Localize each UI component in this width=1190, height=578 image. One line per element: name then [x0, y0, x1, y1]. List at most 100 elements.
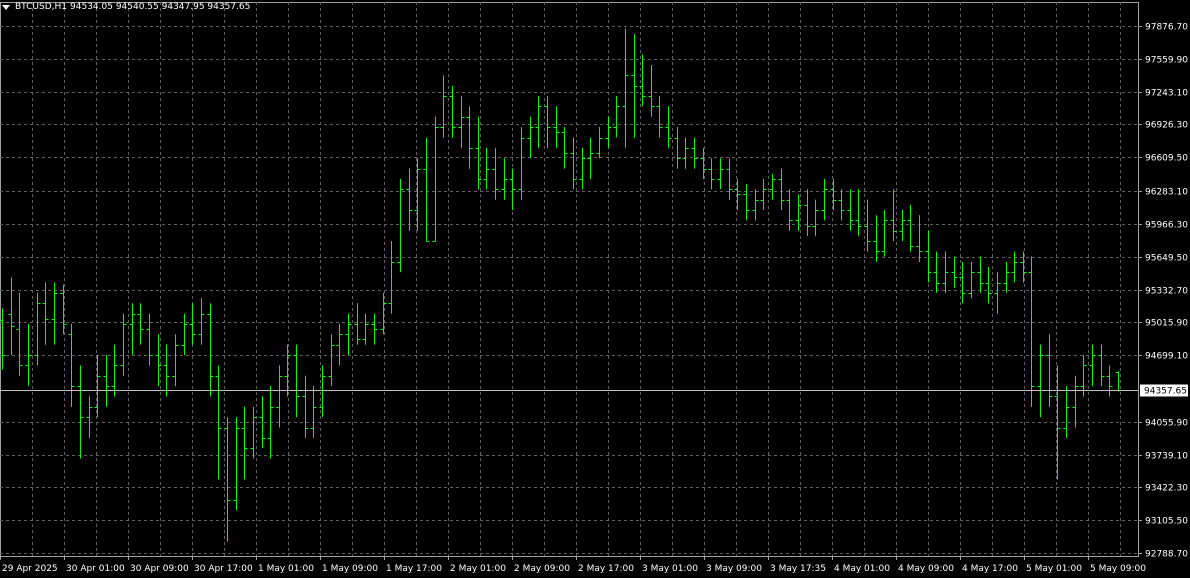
- y-tick-label: 97559.90: [1145, 56, 1188, 66]
- chart-header: BTCUSD,H1 94534.05 94540.55 94347.95 943…: [2, 2, 250, 12]
- ohlc-bar: [181, 313, 188, 356]
- y-tick-label: 94055.90: [1145, 419, 1188, 429]
- ohlc-bar: [752, 189, 759, 221]
- ohlc-bar: [1011, 251, 1018, 283]
- ohlc-bar: [821, 178, 828, 221]
- ohlc-bar: [397, 178, 404, 273]
- ohlc-bar: [769, 173, 776, 200]
- current-price-label: 94357.65: [1144, 387, 1187, 397]
- ohlc-bar: [708, 158, 715, 190]
- ohlc-bar: [509, 168, 516, 211]
- ohlc-bar: [1003, 261, 1010, 293]
- y-tick-label: 96609.50: [1145, 154, 1188, 164]
- x-tick-label: 1 May 09:00: [322, 564, 378, 574]
- ohlc-bar: [579, 147, 586, 190]
- ohlc-bar: [302, 375, 309, 438]
- ohlc-bar: [276, 365, 283, 428]
- ohlc-bar: [345, 313, 352, 356]
- ohlc-bar: [362, 313, 369, 345]
- ohlc-bar: [354, 303, 361, 345]
- x-tick-label: 1 May 01:00: [258, 564, 314, 574]
- x-tick-label: 4 May 17:00: [962, 564, 1018, 574]
- ohlc-bar: [812, 199, 819, 236]
- y-tick-label: 94699.10: [1145, 352, 1188, 362]
- ohlc-bar: [968, 261, 975, 299]
- y-tick-label: 95966.30: [1145, 221, 1188, 231]
- y-tick-label: 95332.70: [1145, 287, 1188, 297]
- ohlc-bar: [760, 178, 767, 211]
- ohlc-bar: [977, 256, 984, 293]
- ohlc-bar: [51, 282, 58, 345]
- ohlc-bar: [250, 406, 257, 459]
- ohlc-bar: [1098, 344, 1105, 387]
- ohlc-bar: [310, 386, 317, 438]
- ohlc-bar: [414, 158, 421, 231]
- x-tick-label: 3 May 09:00: [706, 564, 762, 574]
- y-tick-label: 93105.50: [1145, 517, 1188, 527]
- price-chart[interactable]: 97876.70 97559.90 97243.10 96926.30 96609.50…: [0, 0, 1190, 578]
- ohlc-bar: [224, 417, 231, 542]
- ohlc-bar: [804, 189, 811, 236]
- ohlc-bar: [163, 344, 170, 397]
- ohlc-bar: [466, 106, 473, 169]
- x-tick-label: 2 May 17:00: [578, 564, 634, 574]
- x-tick-label: 3 May 17:35: [770, 564, 826, 574]
- ohlc-bar: [336, 323, 343, 366]
- ohlc-bar: [284, 344, 291, 397]
- ohlc-bar: [155, 334, 162, 387]
- ohlc-bar: [873, 215, 880, 262]
- ohlc-bar: [864, 199, 871, 252]
- ohlc-bar: [198, 298, 205, 345]
- ohlc-bar: [778, 168, 785, 211]
- ohlc-bar: [94, 355, 101, 418]
- y-tick-label: 93422.30: [1145, 484, 1188, 494]
- ohlc-bar: [319, 365, 326, 418]
- ohlc-bar: [743, 184, 750, 221]
- ohlc-bar: [1046, 334, 1053, 407]
- ohlc-bar: [77, 365, 84, 459]
- y-tick-label: 97243.10: [1145, 89, 1188, 99]
- ohlc-bar: [328, 334, 335, 387]
- x-tick-label: 30 Apr 01:00: [66, 564, 125, 574]
- y-tick-label: 93739.10: [1145, 452, 1188, 462]
- ohlc-bar: [994, 272, 1001, 314]
- ohlc-bar: [691, 137, 698, 169]
- ohlc-bar: [406, 168, 413, 231]
- ohlc-bar: [907, 204, 914, 252]
- ohlc-bar: [1020, 251, 1027, 283]
- triangle-down-icon[interactable]: [2, 4, 10, 10]
- ohlc-bar: [293, 344, 300, 418]
- ohlc-bar: [68, 323, 75, 407]
- ohlc-bar: [830, 178, 837, 211]
- ohlc-bar: [596, 127, 603, 159]
- x-tick-label: 5 May 01:00: [1026, 564, 1082, 574]
- ohlc-bar: [518, 127, 525, 200]
- x-tick-label: 2 May 09:00: [514, 564, 570, 574]
- ohlc-bar: [388, 241, 395, 314]
- ohlc-bar: [172, 334, 179, 387]
- x-tick-label: 1 May 17:00: [386, 564, 442, 574]
- y-tick-label: 92788.70: [1145, 550, 1188, 560]
- y-tick-label: 96926.30: [1145, 121, 1188, 131]
- ohlc-bar: [985, 266, 992, 304]
- x-tick-label: 5 May 09:00: [1090, 564, 1146, 574]
- ohlc-bar: [207, 303, 214, 397]
- ohlc-bar: [432, 116, 439, 242]
- x-tick-label: 30 Apr 17:00: [194, 564, 253, 574]
- y-tick-label: 97876.70: [1145, 23, 1188, 33]
- ohlc-bar: [890, 189, 897, 242]
- plot-frame: [0, 2, 1139, 557]
- ohlc-bar: [371, 313, 378, 345]
- ohlc-bar: [241, 406, 248, 480]
- ohlc-bar: [483, 147, 490, 190]
- ohlc-bar: [587, 137, 594, 179]
- ohlc-bar: [60, 284, 67, 335]
- ohlc-bar: [561, 127, 568, 169]
- ohlc-bar: [458, 96, 465, 148]
- ohlc-bar: [233, 417, 240, 511]
- ohlc-bar: [631, 33, 638, 138]
- ohlc-bar: [734, 178, 741, 211]
- ohlc-bar: [838, 189, 845, 221]
- x-tick-label: 29 Apr 2025: [2, 564, 58, 574]
- ohlc-bar: [8, 277, 15, 356]
